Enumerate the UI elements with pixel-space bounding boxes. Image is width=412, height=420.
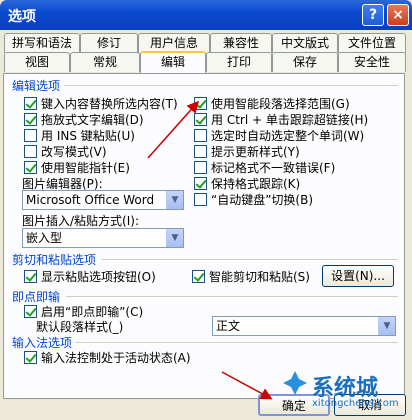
checkbox-label: 提示更新样式(Y) [211, 145, 300, 159]
help-button[interactable]: ? [362, 4, 384, 26]
smart-cursor-checkbox[interactable]: 使用智能指针(E) [24, 159, 130, 176]
default-paragraph-style-value: 正文 [216, 319, 241, 333]
checkbox-label: 标记格式不一致错误(F) [211, 161, 336, 175]
tab-track-changes[interactable]: 修订 [80, 33, 138, 53]
checkbox-box[interactable] [24, 305, 37, 318]
watermark-url: xitongcheng.com [312, 398, 399, 409]
tab-compatibility[interactable]: 兼容性 [210, 33, 272, 53]
insert-paste-label: 图片插入/粘贴方式(I): [22, 214, 139, 228]
tab-general[interactable]: 常规 [70, 52, 140, 72]
tab-save[interactable]: 保存 [272, 52, 338, 72]
options-dialog: 选项 ? × 拼写和语法 修订 用户信息 兼容性 中文版式 文件位置 视图 常规… [0, 0, 412, 420]
tab-file-locations[interactable]: 文件位置 [338, 33, 406, 53]
section-divider [76, 342, 398, 343]
smart-paragraph-checkbox[interactable]: 使用智能段落选择范围(G) [194, 95, 350, 112]
checkbox-box[interactable] [194, 145, 207, 158]
chevron-down-icon[interactable]: ▼ [166, 191, 183, 209]
checkbox-box[interactable] [194, 177, 207, 190]
show-paste-options-checkbox[interactable]: 显示粘贴选项按钮(O) [24, 268, 156, 285]
replace-selection-checkbox[interactable]: 键入内容替换所选内容(T) [24, 95, 178, 112]
section-divider [66, 296, 398, 297]
checkbox-label: 键入内容替换所选内容(T) [41, 97, 178, 111]
checkbox-label: 保持格式跟踪(K) [211, 177, 301, 191]
insert-paste-value: 嵌入型 [26, 231, 63, 245]
picture-editor-select[interactable]: Microsoft Office Word ▼ [22, 190, 184, 210]
ins-paste-checkbox[interactable]: 用 INS 键粘贴(U) [24, 127, 135, 144]
checkbox-label: 用 INS 键粘贴(U) [41, 129, 135, 143]
checkbox-label: 智能剪切和粘贴(S) [209, 270, 310, 284]
checkbox-box[interactable] [194, 161, 207, 174]
checkbox-label: 输入法控制处于活动状态(A) [41, 351, 191, 365]
default-paragraph-style-label: 默认段落样式(_) [36, 320, 124, 334]
default-paragraph-style-select[interactable]: 正文 ▼ [212, 316, 396, 336]
tab-edit[interactable]: 编辑 [140, 51, 206, 73]
checkbox-box[interactable] [192, 270, 205, 283]
chevron-down-icon[interactable]: ▼ [166, 229, 183, 247]
tab-asian-typography[interactable]: 中文版式 [272, 33, 338, 53]
close-button[interactable]: × [387, 4, 409, 26]
settings-button[interactable]: 设置(N)... [322, 265, 394, 287]
chevron-down-icon[interactable]: ▼ [378, 317, 395, 335]
checkbox-box[interactable] [194, 129, 207, 142]
tab-view[interactable]: 视图 [4, 52, 70, 72]
keep-track-formatting-checkbox[interactable]: 保持格式跟踪(K) [194, 175, 300, 192]
prompt-update-style-checkbox[interactable]: 提示更新样式(Y) [194, 143, 300, 160]
select-whole-word-checkbox[interactable]: 选定时自动选定整个单词(W) [194, 127, 364, 144]
cut-paste-title: 剪切和粘贴选项 [12, 253, 97, 267]
tab-security[interactable]: 安全性 [338, 52, 406, 72]
tab-print[interactable]: 打印 [206, 52, 272, 72]
picture-editor-value: Microsoft Office Word [26, 193, 155, 207]
checkbox-label: 使用智能指针(E) [41, 161, 130, 175]
section-divider [102, 259, 398, 260]
watermark-logo-icon [282, 370, 308, 396]
checkbox-box[interactable] [24, 129, 37, 142]
checkbox-label: 选定时自动选定整个单词(W) [211, 129, 365, 143]
checkbox-box[interactable] [24, 97, 37, 110]
title-bar[interactable]: 选项 ? × [0, 0, 412, 30]
ctrl-click-hyperlink-checkbox[interactable]: 用 Ctrl + 单击跟踪超链接(H) [194, 111, 368, 128]
checkbox-box[interactable] [194, 193, 207, 206]
auto-keyboard-switch-checkbox[interactable]: “自动键盘”切换(B) [194, 191, 313, 208]
checkbox-box[interactable] [194, 97, 207, 110]
insert-paste-select[interactable]: 嵌入型 ▼ [22, 228, 184, 248]
checkbox-label: 显示粘贴选项按钮(O) [41, 270, 156, 284]
tab-user-info[interactable]: 用户信息 [138, 33, 210, 53]
section-divider [64, 85, 398, 86]
checkbox-label: 改写模式(V) [41, 145, 107, 159]
drag-drop-checkbox[interactable]: 拖放式文字编辑(D) [24, 111, 144, 128]
checkbox-box[interactable] [24, 270, 37, 283]
checkbox-label: 拖放式文字编辑(D) [41, 113, 144, 127]
checkbox-box[interactable] [194, 113, 207, 126]
checkbox-box[interactable] [24, 351, 37, 364]
checkbox-label: 使用智能段落选择范围(G) [211, 97, 350, 111]
tab-spelling-grammar[interactable]: 拼写和语法 [4, 33, 80, 53]
mark-format-inconsistency-checkbox[interactable]: 标记格式不一致错误(F) [194, 159, 335, 176]
ime-control-checkbox[interactable]: 输入法控制处于活动状态(A) [24, 349, 191, 366]
smart-cut-paste-checkbox[interactable]: 智能剪切和粘贴(S) [192, 268, 310, 285]
checkbox-box[interactable] [24, 113, 37, 126]
checkbox-box[interactable] [24, 145, 37, 158]
checkbox-label: 用 Ctrl + 单击跟踪超链接(H) [211, 113, 369, 127]
overtype-checkbox[interactable]: 改写模式(V) [24, 143, 107, 160]
edit-options-title: 编辑选项 [12, 79, 61, 93]
window-title: 选项 [8, 9, 36, 25]
checkbox-box[interactable] [24, 161, 37, 174]
checkbox-label: “自动键盘”切换(B) [211, 193, 314, 207]
